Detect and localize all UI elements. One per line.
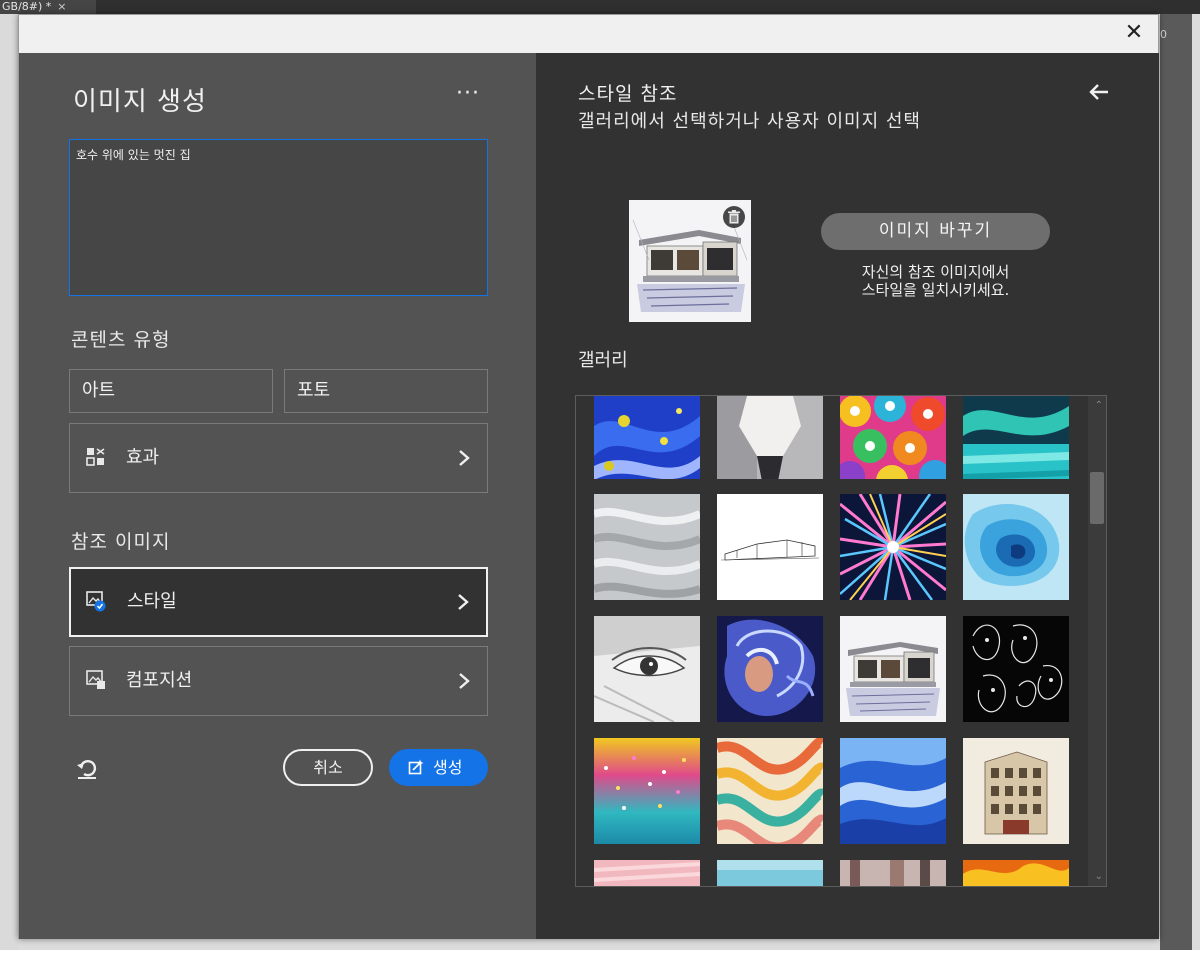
replace-image-button[interactable]: 이미지 바꾸기 (821, 213, 1050, 250)
scrollbar-thumb[interactable] (1090, 472, 1104, 524)
content-type-label: 콘텐츠 유형 (71, 329, 171, 351)
gallery-tile-woman-smoke[interactable] (717, 616, 823, 722)
gallery-tile-blue-fluid[interactable] (594, 396, 700, 479)
background-titlebar (0, 0, 1200, 14)
style-reference-button[interactable]: 스타일 (69, 567, 488, 637)
cancel-button[interactable]: 취소 (283, 749, 373, 786)
gallery-tile-paper-fans[interactable] (840, 396, 946, 479)
style-label: 스타일 (127, 591, 177, 612)
generate-button[interactable]: 생성 (389, 749, 488, 786)
more-options-icon[interactable]: ··· (456, 81, 480, 106)
gallery-scrollbar[interactable]: ⌃ ⌄ (1088, 396, 1106, 886)
chevron-right-icon (458, 594, 469, 610)
content-type-art-button[interactable]: 아트 (69, 369, 273, 413)
gallery-tile-house-line-sketch[interactable] (717, 494, 823, 600)
gallery-tile-aurora-sea[interactable] (963, 396, 1069, 479)
effects-icon (86, 448, 105, 466)
ruler-number: 0 (1160, 28, 1167, 41)
gallery-tile-light-burst[interactable] (840, 494, 946, 600)
gallery-tile-pink-feathers[interactable] (594, 860, 700, 886)
background-bottom (0, 950, 1200, 959)
composition-label: 컴포지션 (126, 670, 193, 691)
gallery-tile-street-scene[interactable] (840, 860, 946, 886)
composition-icon (86, 670, 105, 689)
gallery-tile-house-sketch[interactable] (840, 616, 946, 722)
gallery-tile-vintage-building[interactable] (963, 738, 1069, 844)
reference-image-label: 참조 이미지 (71, 531, 171, 553)
effects-button[interactable]: 효과 (69, 423, 488, 493)
dialog-titlebar: ✕ (19, 15, 1158, 53)
gallery-tile-hexagon-building[interactable] (717, 396, 823, 479)
scroll-up-icon[interactable]: ⌃ (1095, 400, 1103, 411)
gallery-tile-eye-pencil[interactable] (594, 616, 700, 722)
gallery-tile-white-waves[interactable] (594, 494, 700, 600)
close-icon[interactable]: ✕ (1120, 19, 1148, 47)
panel-title: 이미지 생성 (73, 87, 207, 117)
left-panel: 이미지 생성 ··· 호수 위에 있는 멋진 집 콘텐츠 유형 아트 포토 효과… (19, 53, 536, 939)
replace-image-description: 자신의 참조 이미지에서 스타일을 일치시키세요. (821, 263, 1050, 299)
replace-desc-line1: 자신의 참조 이미지에서 (861, 263, 1010, 281)
gallery-tile-paper-cut-blue[interactable] (963, 494, 1069, 600)
gallery-tile-glitter-rainbow[interactable] (594, 738, 700, 844)
gallery-grid: ⌃ ⌄ (575, 395, 1107, 887)
background-left-edge (0, 14, 18, 950)
style-reference-title: 스타일 참조 (578, 83, 678, 105)
gallery-tile-line-faces[interactable] (963, 616, 1069, 722)
content-type-photo-button[interactable]: 포토 (284, 369, 488, 413)
gallery-tile-retro-swirls[interactable] (717, 738, 823, 844)
chevron-right-icon (459, 673, 470, 689)
style-reference-icon (86, 591, 106, 612)
gallery-tile-fire-orange[interactable] (963, 860, 1069, 886)
effects-label: 효과 (126, 447, 160, 468)
composition-reference-button[interactable]: 컴포지션 (69, 646, 488, 716)
background-right-strip: 0 (1160, 14, 1192, 950)
gallery-tile-blue-ink[interactable] (840, 738, 946, 844)
delete-reference-button[interactable] (723, 206, 745, 228)
right-panel: 스타일 참조 갤러리에서 선택하거나 사용자 이미지 선택 이미지 바꾸기 자신… (536, 53, 1159, 939)
replace-desc-line2: 스타일을 일치시키세요. (861, 281, 1010, 299)
reset-icon[interactable] (75, 757, 99, 781)
generate-image-dialog: ✕ 이미지 생성 ··· 호수 위에 있는 멋진 집 콘텐츠 유형 아트 포토 … (18, 14, 1159, 939)
gallery-tile-cyan-gradient[interactable] (717, 860, 823, 886)
tab-label: GB/8#) * (2, 0, 52, 13)
tab-close-icon[interactable]: × (57, 0, 66, 13)
generate-icon (408, 759, 424, 775)
trash-icon (728, 210, 740, 224)
background-document-tab[interactable]: GB/8#) * × (0, 0, 96, 14)
scroll-down-icon[interactable]: ⌄ (1095, 871, 1103, 882)
generate-label: 생성 (433, 758, 463, 777)
chevron-right-icon (459, 450, 470, 466)
gallery-label: 갤러리 (578, 350, 628, 371)
back-arrow-icon[interactable] (1088, 81, 1110, 103)
reference-image-thumbnail (629, 200, 751, 322)
style-reference-subtitle: 갤러리에서 선택하거나 사용자 이미지 선택 (578, 111, 921, 132)
prompt-input[interactable]: 호수 위에 있는 멋진 집 (69, 139, 488, 296)
